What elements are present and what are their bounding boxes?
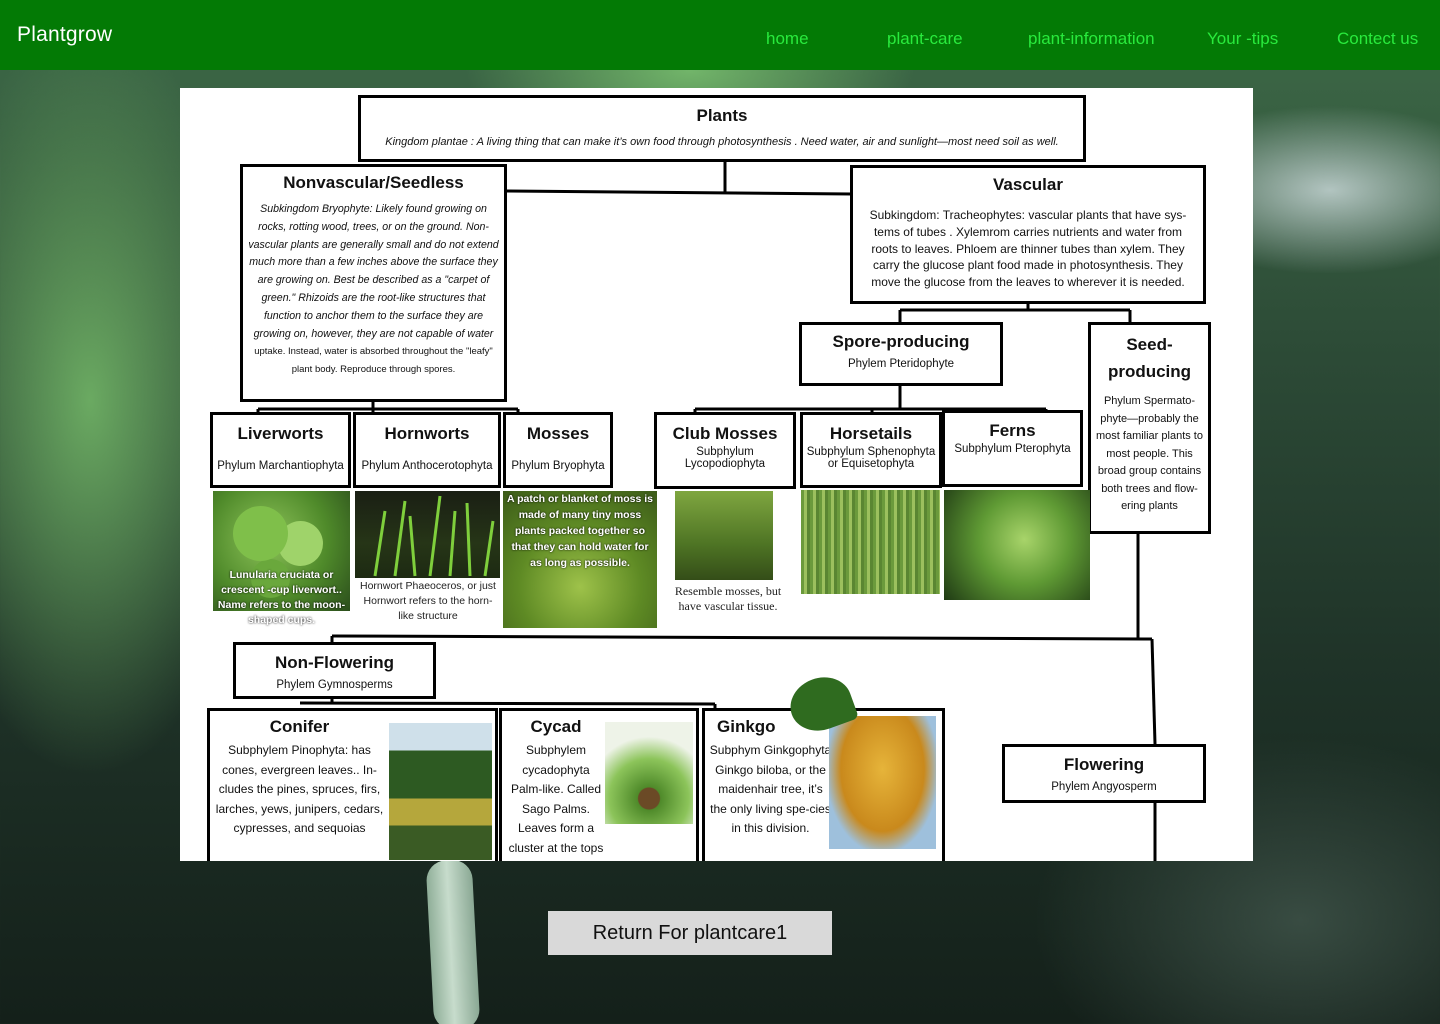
liverwort-leaf-shape	[233, 506, 288, 561]
node-non-flowering: Non-Flowering Phylem Gymnosperms	[233, 642, 436, 699]
hornwort-photo	[355, 491, 500, 578]
node-flowering-title: Flowering	[1063, 755, 1145, 774]
node-ferns-title: Ferns	[989, 421, 1036, 440]
node-ginkgo-desc: Subphym Ginkgophyta Ginkgo biloba, or th…	[709, 743, 832, 835]
node-spore-title: Spore-producing	[832, 332, 970, 351]
node-hornworts: Hornworts Phylum Anthocerotophyta	[353, 412, 501, 488]
node-nonflowering-title: Non-Flowering	[275, 653, 394, 672]
liverwort-caption: Lunularia cruciata or crescent -cup live…	[217, 569, 346, 626]
conifer-photo	[389, 723, 492, 860]
hornwort-caption: Hornwort Phaeoceros, or just Hornwort re…	[360, 580, 496, 622]
node-vascular-desc: Subkingdom: Tracheophytes: vascular plan…	[869, 208, 1187, 290]
node-nonflowering-sub: Phylem Gymnosperms	[276, 679, 393, 691]
node-conifer-title: Conifer	[269, 717, 330, 736]
node-spore-sub: Phylem Pteridophyte	[847, 358, 955, 370]
node-spore-producing: Spore-producing Phylem Pteridophyte	[799, 322, 1003, 386]
ginkgo-photo	[829, 716, 936, 849]
node-vascular-title: Vascular	[993, 175, 1063, 194]
node-plants-title: Plants	[696, 106, 748, 125]
cycad-photo	[605, 722, 693, 824]
club-moss-photo	[675, 491, 773, 580]
node-seed-desc: Phylum Spermato-phyte—probably the most …	[1096, 395, 1203, 512]
node-nonvascular-desc: Subkingdom Bryophyte: Likely found growi…	[246, 201, 501, 379]
node-conifer-desc: Subphylem Pinophyta: has cones, evergree…	[215, 743, 384, 835]
node-flowering: Flowering Phylem Angyosperm	[1002, 744, 1206, 803]
club-moss-caption: Resemble mosses, but have vascular tissu…	[674, 584, 782, 613]
nav-home[interactable]: home	[766, 29, 809, 49]
nav-plant-care[interactable]: plant-care	[887, 29, 963, 49]
node-ferns: Ferns Subphylum Pterophyta	[942, 410, 1083, 487]
node-horsetails: Horsetails Subphylum Sphenophyta or Equi…	[800, 412, 942, 488]
nav-plant-information[interactable]: plant-information	[1028, 29, 1155, 49]
node-club-mosses: Club Mosses Subphylum Lycopodiophyta	[654, 412, 796, 489]
plant-stem-decoration	[425, 858, 481, 1024]
node-nonvascular-desc-plain: uptake. Instead, water is absorbed throu…	[254, 346, 493, 376]
fern-photo	[944, 490, 1090, 600]
node-nonvascular-title: Nonvascular/Seedless	[283, 173, 464, 192]
node-mosses: Mosses Phylum Bryophyta	[503, 412, 613, 488]
node-horsetails-sub: Subphylum Sphenophyta or Equisetophyta	[806, 446, 936, 470]
brand-logo[interactable]: Plantgrow	[17, 23, 112, 47]
node-seed-producing: Seed-producing Phylum Spermato-phyte—pro…	[1088, 322, 1211, 534]
hornwort-sprouts	[373, 495, 495, 577]
node-nonvascular: Nonvascular/Seedless Subkingdom Bryophyt…	[240, 164, 507, 402]
node-liverworts-title: Liverworts	[237, 424, 324, 443]
plant-classification-chart: Plants Kingdom plantae : A living thing …	[180, 88, 1253, 861]
nav-contact-us[interactable]: Contect us	[1337, 29, 1418, 49]
horsetail-photo	[801, 490, 940, 594]
return-button[interactable]: Return For plantcare1	[548, 911, 832, 955]
node-nonvascular-desc-italic: Subkingdom Bryophyte: Likely found growi…	[248, 203, 499, 340]
node-plants: Plants Kingdom plantae : A living thing …	[358, 95, 1086, 162]
node-hornworts-title: Hornworts	[384, 424, 470, 443]
node-liverworts-sub: Phylum Marchantiophyta	[217, 460, 344, 472]
node-ferns-sub: Subphylum Pterophyta	[954, 443, 1071, 455]
node-flowering-sub: Phylem Angyosperm	[1051, 781, 1157, 793]
moss-caption: A patch or blanket of moss is made of ma…	[506, 493, 654, 569]
node-mosses-sub: Phylum Bryophyta	[511, 460, 605, 472]
node-vascular: Vascular Subkingdom: Tracheophytes: vasc…	[850, 165, 1206, 304]
node-liverworts: Liverworts Phylum Marchantiophyta	[210, 412, 351, 488]
node-plants-desc: Kingdom plantae : A living thing that ca…	[385, 136, 1059, 148]
node-clubmosses-title: Club Mosses	[672, 424, 778, 443]
node-mosses-title: Mosses	[526, 424, 590, 443]
node-seed-title: Seed-producing	[1107, 335, 1192, 381]
node-cycad-desc: Subphylem cycadophyta Palm-like. Called …	[508, 743, 604, 861]
navbar: Plantgrow home plant-care plant-informat…	[0, 0, 1440, 70]
node-cycad-title: Cycad	[530, 717, 582, 736]
nav-your-tips[interactable]: Your -tips	[1207, 29, 1278, 49]
node-hornworts-sub: Phylum Anthocerotophyta	[361, 460, 493, 472]
node-clubmosses-sub: Subphylum Lycopodiophyta	[684, 446, 766, 470]
node-horsetails-title: Horsetails	[829, 424, 913, 443]
